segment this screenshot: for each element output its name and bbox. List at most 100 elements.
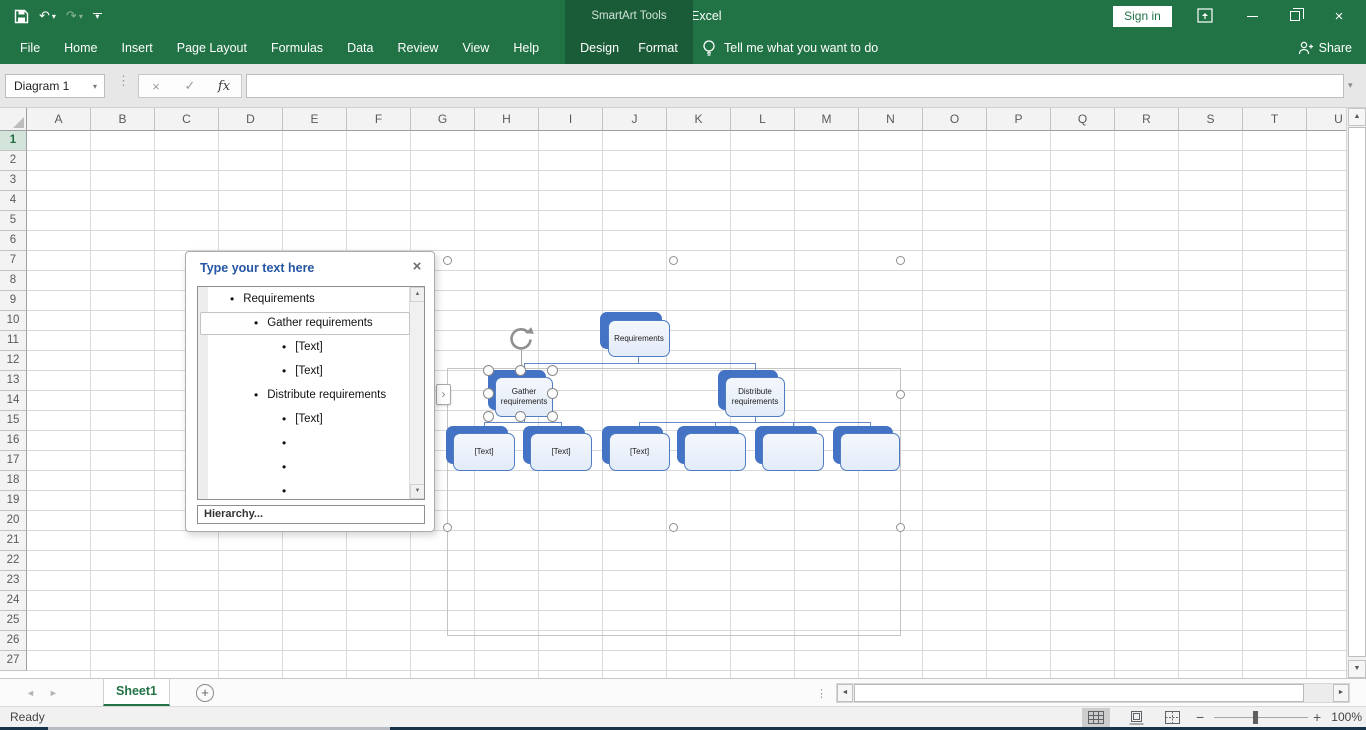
row-header-25[interactable]: 25	[0, 611, 27, 631]
tab-page-layout[interactable]: Page Layout	[165, 32, 259, 64]
text-pane-item-5[interactable]: •[Text]	[198, 407, 408, 431]
sheet-nav-left-icon[interactable]: ◄	[26, 688, 35, 698]
column-header-R[interactable]: R	[1115, 108, 1179, 131]
row-header-7[interactable]: 7	[0, 251, 27, 271]
row-header-26[interactable]: 26	[0, 631, 27, 651]
tab-view[interactable]: View	[450, 32, 501, 64]
redo-button[interactable]: ↷▾	[66, 8, 83, 24]
frame-handle-top-center[interactable]	[669, 256, 678, 265]
column-header-G[interactable]: G	[411, 108, 475, 131]
name-box-dropdown-icon[interactable]: ▾	[86, 82, 104, 91]
formula-bar-resize-handle[interactable]: ⋮	[117, 75, 127, 86]
row-header-20[interactable]: 20	[0, 511, 27, 531]
row-header-10[interactable]: 10	[0, 311, 27, 331]
shape-handle-bottom-right[interactable]	[547, 411, 558, 422]
frame-handle-top-left[interactable]	[443, 256, 452, 265]
row-header-16[interactable]: 16	[0, 431, 27, 451]
tab-help[interactable]: Help	[501, 32, 551, 64]
diagram-node-empty-1[interactable]	[684, 433, 746, 471]
zoom-level-label[interactable]: 100%	[1330, 707, 1362, 727]
frame-handle-bottom-right[interactable]	[896, 523, 905, 532]
column-header-J[interactable]: J	[603, 108, 667, 131]
tab-design[interactable]: Design	[576, 32, 623, 64]
row-header-14[interactable]: 14	[0, 391, 27, 411]
text-pane-item-2[interactable]: •[Text]	[198, 335, 408, 359]
text-pane-item-7[interactable]: •	[198, 455, 408, 479]
sign-in-button[interactable]: Sign in	[1113, 6, 1172, 27]
name-box[interactable]: Diagram 1 ▾	[5, 74, 105, 98]
minimize-button[interactable]	[1235, 0, 1269, 32]
sheet-tab-sheet1[interactable]: Sheet1	[103, 679, 170, 706]
formula-input[interactable]	[246, 74, 1344, 98]
column-header-E[interactable]: E	[283, 108, 347, 131]
tab-insert[interactable]: Insert	[110, 32, 165, 64]
undo-button[interactable]: ↶▾	[39, 8, 56, 24]
row-header-6[interactable]: 6	[0, 231, 27, 251]
frame-handle-bottom-center[interactable]	[669, 523, 678, 532]
row-header-1[interactable]: 1	[0, 131, 27, 151]
scroll-down-icon[interactable]: ▼	[1348, 660, 1366, 678]
scroll-right-icon[interactable]: ►	[1333, 684, 1349, 702]
shape-handle-bottom-left[interactable]	[483, 411, 494, 422]
cancel-icon[interactable]: ×	[139, 75, 173, 97]
tab-home[interactable]: Home	[52, 32, 109, 64]
text-pane-scrollbar[interactable]: ▲ ▼	[409, 287, 424, 499]
page-break-preview-button[interactable]	[1158, 708, 1186, 727]
row-header-3[interactable]: 3	[0, 171, 27, 191]
row-header-18[interactable]: 18	[0, 471, 27, 491]
column-header-C[interactable]: C	[155, 108, 219, 131]
tab-formulas[interactable]: Formulas	[259, 32, 335, 64]
row-header-11[interactable]: 11	[0, 331, 27, 351]
shape-handle-middle-right[interactable]	[547, 388, 558, 399]
row-header-2[interactable]: 2	[0, 151, 27, 171]
vertical-scroll-thumb[interactable]	[1348, 127, 1366, 657]
column-header-L[interactable]: L	[731, 108, 795, 131]
normal-view-button[interactable]	[1082, 708, 1110, 727]
row-header-12[interactable]: 12	[0, 351, 27, 371]
row-header-13[interactable]: 13	[0, 371, 27, 391]
row-header-9[interactable]: 9	[0, 291, 27, 311]
horizontal-scrollbar[interactable]: ◄ ►	[836, 683, 1350, 703]
text-pane-toggle-button[interactable]: ›	[436, 384, 451, 405]
rotate-handle-icon[interactable]	[506, 326, 536, 353]
scroll-left-icon[interactable]: ◄	[837, 684, 853, 702]
add-sheet-button[interactable]: +	[196, 684, 214, 702]
insert-function-icon[interactable]: fx	[207, 75, 241, 97]
diagram-node-text-2[interactable]: [Text]	[530, 433, 592, 471]
diagram-node-empty-3[interactable]	[840, 433, 900, 471]
shape-handle-top-center[interactable]	[515, 365, 526, 376]
column-header-F[interactable]: F	[347, 108, 411, 131]
column-header-A[interactable]: A	[27, 108, 91, 131]
tell-me-box[interactable]: Tell me what you want to do	[702, 32, 878, 64]
diagram-node-text-3[interactable]: [Text]	[609, 433, 670, 471]
text-pane-item-6[interactable]: •	[198, 431, 408, 455]
page-layout-view-button[interactable]	[1122, 708, 1150, 727]
row-header-15[interactable]: 15	[0, 411, 27, 431]
share-button[interactable]: Share	[1297, 32, 1352, 64]
vertical-scrollbar[interactable]: ▲ ▼	[1346, 108, 1366, 678]
customize-quick-access-button[interactable]: ▾	[93, 13, 102, 20]
column-header-S[interactable]: S	[1179, 108, 1243, 131]
zoom-in-button[interactable]: +	[1313, 707, 1321, 727]
column-header-H[interactable]: H	[475, 108, 539, 131]
row-header-22[interactable]: 22	[0, 551, 27, 571]
formula-bar-expand-icon[interactable]: ▾	[1348, 80, 1353, 91]
row-header-17[interactable]: 17	[0, 451, 27, 471]
column-header-M[interactable]: M	[795, 108, 859, 131]
tab-format[interactable]: Format	[634, 32, 682, 64]
tab-file[interactable]: File	[8, 32, 52, 64]
column-header-T[interactable]: T	[1243, 108, 1307, 131]
text-pane-item-3[interactable]: •[Text]	[198, 359, 408, 383]
column-header-O[interactable]: O	[923, 108, 987, 131]
shape-handle-top-right[interactable]	[547, 365, 558, 376]
save-icon[interactable]	[14, 9, 29, 24]
row-header-4[interactable]: 4	[0, 191, 27, 211]
zoom-slider-thumb[interactable]	[1253, 711, 1258, 724]
tab-data[interactable]: Data	[335, 32, 385, 64]
select-all-corner[interactable]	[0, 108, 27, 131]
text-pane-item-1[interactable]: •Gather requirements	[198, 311, 408, 335]
column-header-P[interactable]: P	[987, 108, 1051, 131]
shape-handle-bottom-center[interactable]	[515, 411, 526, 422]
row-header-19[interactable]: 19	[0, 491, 27, 511]
row-header-24[interactable]: 24	[0, 591, 27, 611]
